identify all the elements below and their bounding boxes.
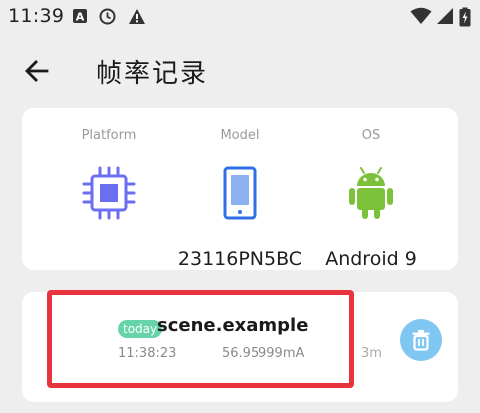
platform-label: Platform	[81, 128, 137, 143]
device-info-card: Platform Model 23116PN5BC OS Android 9	[22, 108, 458, 270]
trash-icon	[412, 330, 430, 351]
signal-icon	[436, 7, 454, 29]
battery-charging-icon	[459, 7, 471, 31]
model-label: Model	[220, 128, 260, 143]
chip-icon	[82, 166, 136, 220]
app-header: 帧率记录	[0, 40, 480, 100]
warning-icon	[128, 8, 146, 29]
delete-button[interactable]	[400, 319, 442, 361]
back-button[interactable]	[20, 54, 54, 88]
platform-value	[39, 248, 179, 272]
arrow-left-icon	[25, 60, 49, 82]
record-current: 999mA	[258, 346, 305, 361]
model-spec: Model 23116PN5BC	[170, 128, 310, 272]
os-spec: OS Android 9	[301, 128, 441, 272]
svg-text:A: A	[76, 11, 85, 24]
android-icon	[349, 167, 393, 219]
phone-icon	[223, 166, 257, 220]
record-duration: 3m	[361, 346, 382, 361]
model-value: 23116PN5BC	[177, 248, 303, 270]
highlight-box	[47, 290, 354, 388]
wifi-icon	[410, 7, 432, 29]
status-time: 11:39	[8, 5, 65, 27]
platform-spec: Platform	[39, 128, 179, 272]
record-app-name: scene.example	[157, 315, 309, 336]
a-box-icon: A	[72, 8, 88, 28]
today-badge: today	[118, 320, 163, 338]
clock-icon	[99, 8, 116, 29]
status-bar: 11:39 A	[0, 0, 480, 34]
page-title: 帧率记录	[96, 59, 209, 89]
record-fps: 56.95	[222, 346, 260, 361]
os-value: Android 9	[325, 248, 417, 270]
record-time: 11:38:23	[118, 346, 177, 361]
os-label: OS	[361, 128, 381, 143]
